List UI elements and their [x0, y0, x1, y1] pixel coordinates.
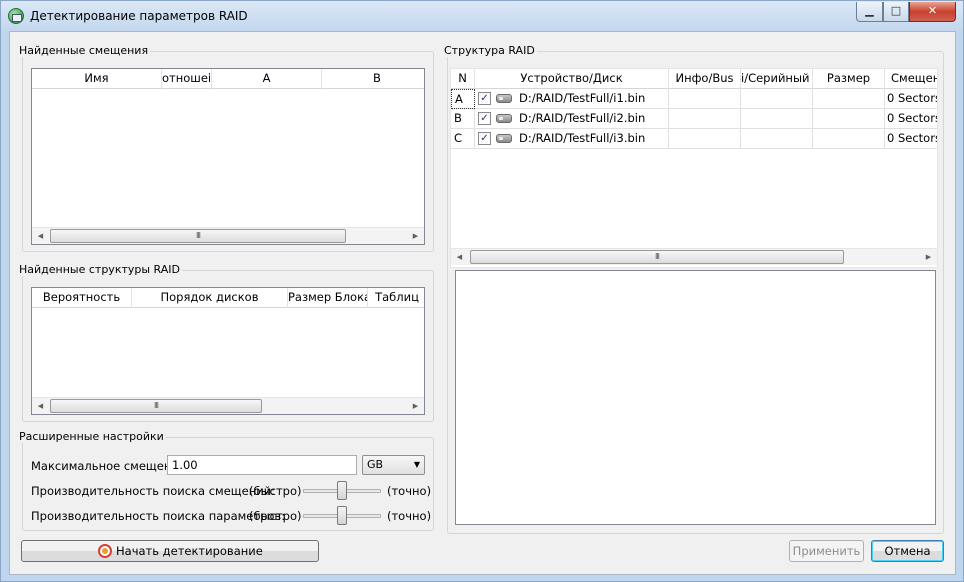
scroll-left-icon[interactable]: ◀ [32, 228, 49, 244]
hard-disk-icon [496, 114, 512, 123]
hard-disk-icon [496, 94, 512, 103]
offsets-list[interactable]: Имя отношеі A B ◀ III ▶ [31, 68, 425, 245]
scroll-right-icon[interactable]: ▶ [920, 249, 937, 265]
param-perf-fast-label: (быстро) [249, 509, 302, 523]
offset-perf-label: Производительность поиска смещений: [31, 484, 276, 498]
disk-path: D:/RAID/TestFull/i1.bin [519, 91, 646, 105]
disk-serial-cell [741, 89, 813, 109]
dialog-window: Детектирование параметров RAID ▁ □ ✕ Най… [0, 0, 964, 582]
structures-header: Вероятность Порядок дисков Размер Блока … [32, 288, 424, 308]
raid-col-serial[interactable]: і/Серийный [741, 69, 813, 89]
table-row[interactable]: B ✓ D:/RAID/TestFull/i2.bin 0 Sectors [451, 109, 938, 129]
offsets-scroll-thumb[interactable]: III [50, 229, 346, 243]
raid-disks-header: N Устройство/Диск Инфо/Bus і/Серийный Ра… [451, 69, 937, 89]
disk-info-cell [669, 109, 741, 129]
disk-offset-cell: 0 Sectors [887, 111, 938, 125]
disk-enabled-checkbox[interactable]: ✓ [478, 132, 491, 145]
disk-letter: B [451, 109, 475, 129]
structures-col-probability[interactable]: Вероятность [32, 288, 132, 308]
offsets-col-b[interactable]: B [322, 69, 424, 89]
advanced-group: Расширенные настройки Максимальное смеще… [17, 430, 434, 531]
dialog-client-area: Найденные смещения Имя отношеі A B ◀ III… [9, 31, 956, 575]
scroll-right-icon[interactable]: ▶ [407, 398, 424, 414]
chevron-down-icon: ▼ [413, 460, 420, 469]
raid-structure-group: Структура RAID N Устройство/Диск Инфо/Bu… [442, 44, 944, 534]
disk-info-cell [669, 129, 741, 149]
cancel-button[interactable]: Отмена [871, 540, 944, 562]
structures-group: Найденные структуры RAID Вероятность Пор… [17, 263, 434, 422]
max-offset-unit-value: GB [367, 458, 384, 471]
structures-list[interactable]: Вероятность Порядок дисков Размер Блока … [31, 287, 425, 415]
app-icon [8, 8, 24, 24]
disk-device-cell[interactable]: ✓ D:/RAID/TestFull/i2.bin [475, 109, 669, 129]
disk-size-cell [813, 129, 885, 149]
disk-serial-cell [741, 129, 813, 149]
disk-letter: A [451, 89, 475, 109]
detect-icon [98, 544, 112, 558]
disk-serial-cell [741, 109, 813, 129]
start-detection-label: Начать детектирование [116, 544, 263, 558]
max-offset-unit-select[interactable]: GB ▼ [362, 455, 425, 475]
raid-col-info[interactable]: Инфо/Bus [669, 69, 741, 89]
structures-col-disk-order[interactable]: Порядок дисков [132, 288, 288, 308]
table-row[interactable]: A ✓ D:/RAID/TestFull/i1.bin 0 Sectors [451, 89, 938, 109]
param-perf-precise-label: (точно) [387, 509, 432, 523]
offsets-hscrollbar[interactable]: ◀ III ▶ [32, 227, 424, 244]
disk-path: D:/RAID/TestFull/i3.bin [519, 131, 646, 145]
apply-button[interactable]: Применить [789, 540, 864, 562]
table-row[interactable]: C ✓ D:/RAID/TestFull/i3.bin 0 Sectors [451, 129, 938, 149]
start-detection-button[interactable]: Начать детектирование [21, 540, 319, 562]
structures-scroll-thumb[interactable]: III [50, 399, 262, 413]
disk-device-cell[interactable]: ✓ D:/RAID/TestFull/i1.bin [475, 89, 669, 109]
disk-offset-cell: 0 Sectors [887, 131, 938, 145]
raid-structure-group-label: Структура RAID [442, 44, 537, 57]
close-button[interactable]: ✕ [909, 2, 956, 22]
offsets-group: Найденные смещения Имя отношеі A B ◀ III… [17, 44, 434, 252]
offset-perf-precise-label: (точно) [387, 484, 432, 498]
raid-details-panel[interactable] [455, 270, 936, 525]
disk-enabled-checkbox[interactable]: ✓ [478, 92, 491, 105]
structures-col-block-size[interactable]: Размер Блока [288, 288, 368, 308]
raid-scroll-thumb[interactable]: III [470, 250, 844, 264]
structures-col-table[interactable]: Таблиц [368, 288, 424, 308]
window-title: Детектирование параметров RAID [30, 9, 248, 23]
max-offset-label: Максимальное смещение: [31, 459, 190, 473]
scroll-left-icon[interactable]: ◀ [32, 398, 49, 414]
disk-size-cell [813, 109, 885, 129]
disk-letter: C [451, 129, 475, 149]
offset-perf-slider-thumb[interactable] [337, 481, 347, 500]
title-bar[interactable]: Детектирование параметров RAID ▁ □ ✕ [1, 1, 963, 31]
structures-group-label: Найденные структуры RAID [17, 263, 182, 276]
offsets-header: Имя отношеі A B [32, 69, 424, 89]
offsets-col-name[interactable]: Имя [32, 69, 162, 89]
disk-path: D:/RAID/TestFull/i2.bin [519, 111, 646, 125]
disk-info-cell [669, 89, 741, 109]
disk-size-cell [813, 89, 885, 109]
raid-disks-table[interactable]: N Устройство/Диск Инфо/Bus і/Серийный Ра… [450, 68, 938, 268]
disk-enabled-checkbox[interactable]: ✓ [478, 112, 491, 125]
offsets-col-a[interactable]: A [212, 69, 322, 89]
raid-hscrollbar[interactable]: ◀ III ▶ [451, 248, 937, 265]
structures-hscrollbar[interactable]: ◀ III ▶ [32, 397, 424, 414]
offsets-col-ratio[interactable]: отношеі [162, 69, 212, 89]
maximize-button[interactable]: □ [883, 2, 909, 22]
param-perf-label: Производительность поиска параметров: [31, 509, 286, 523]
hard-disk-icon [496, 134, 512, 143]
scroll-left-icon[interactable]: ◀ [451, 249, 468, 265]
offsets-group-label: Найденные смещения [17, 44, 151, 57]
offset-perf-fast-label: (быстро) [249, 484, 302, 498]
disk-device-cell[interactable]: ✓ D:/RAID/TestFull/i3.bin [475, 129, 669, 149]
minimize-button[interactable]: ▁ [856, 2, 883, 22]
max-offset-input[interactable]: 1.00 [167, 455, 357, 475]
param-perf-slider-thumb[interactable] [337, 506, 347, 525]
raid-col-offset[interactable]: Смещен [885, 69, 937, 89]
raid-col-size[interactable]: Размер [813, 69, 885, 89]
advanced-group-label: Расширенные настройки [17, 430, 166, 443]
scroll-right-icon[interactable]: ▶ [407, 228, 424, 244]
raid-col-n[interactable]: N [451, 69, 475, 89]
disk-offset-cell: 0 Sectors [887, 91, 938, 105]
raid-col-device[interactable]: Устройство/Диск [475, 69, 669, 89]
